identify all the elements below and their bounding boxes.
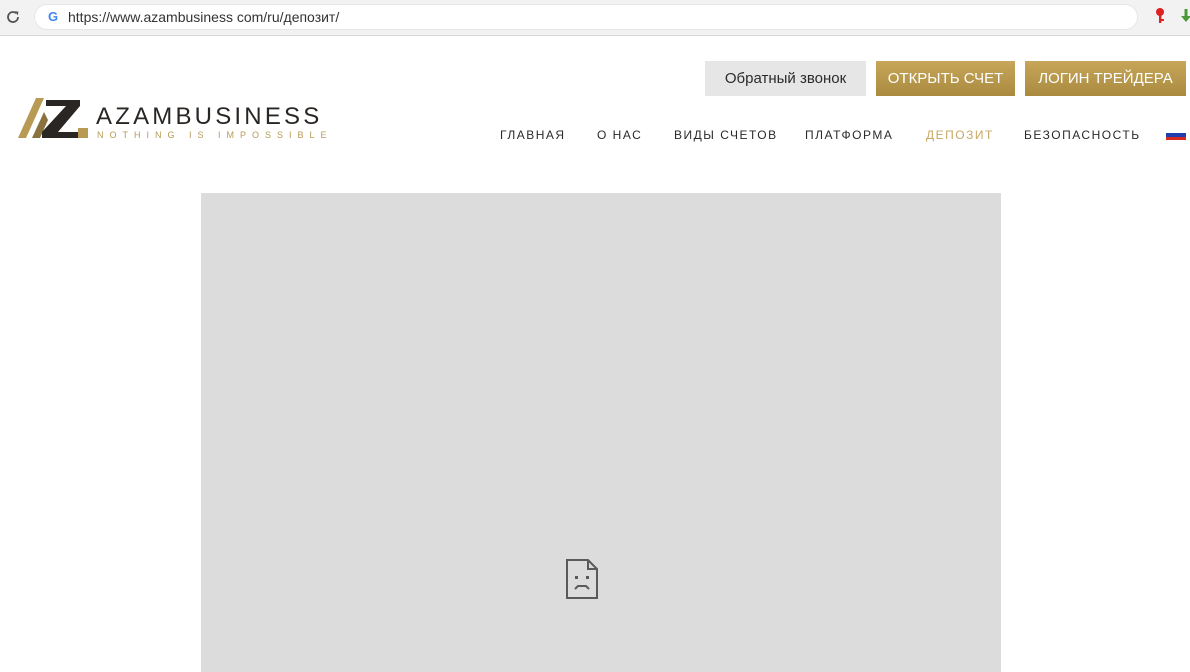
address-bar[interactable]: G https://www.azambusiness com/ru/депози… [34,4,1138,30]
embedded-content-frame [201,193,1001,672]
nav-item-home[interactable]: ГЛАВНАЯ [500,128,566,143]
russian-flag-icon[interactable] [1166,130,1186,140]
trader-login-button[interactable]: ЛОГИН ТРЕЙДЕРА [1025,61,1186,96]
nav-item-platform[interactable]: ПЛАТФОРМА [805,128,893,143]
google-g-icon: G [47,9,59,24]
az-logo-mark-icon [18,98,88,138]
logo-wordmark: AZAMBUSINESS [96,103,323,130]
nav-item-security[interactable]: БЕЗОПАСНОСТЬ [1024,128,1141,143]
download-arrow-icon[interactable] [1180,7,1190,25]
browser-toolbar: G https://www.azambusiness com/ru/депози… [0,0,1190,36]
nav-item-about[interactable]: О НАС [597,128,642,143]
open-account-button[interactable]: ОТКРЫТЬ СЧЕТ [876,61,1015,96]
sad-document-icon [566,559,598,599]
logo-tagline: NOTHING IS IMPOSSIBLE [97,130,333,140]
site-logo[interactable]: AZAMBUSINESS NOTHING IS IMPOSSIBLE [18,96,327,144]
callback-button[interactable]: Обратный звонок [705,61,866,96]
key-icon[interactable] [1152,7,1168,25]
nav-item-deposit[interactable]: ДЕПОЗИТ [926,128,994,143]
url-text[interactable]: https://www.azambusiness com/ru/депозит/ [68,9,339,26]
nav-item-account-types[interactable]: ВИДЫ СЧЕТОВ [674,128,778,143]
reload-icon[interactable] [4,8,22,26]
